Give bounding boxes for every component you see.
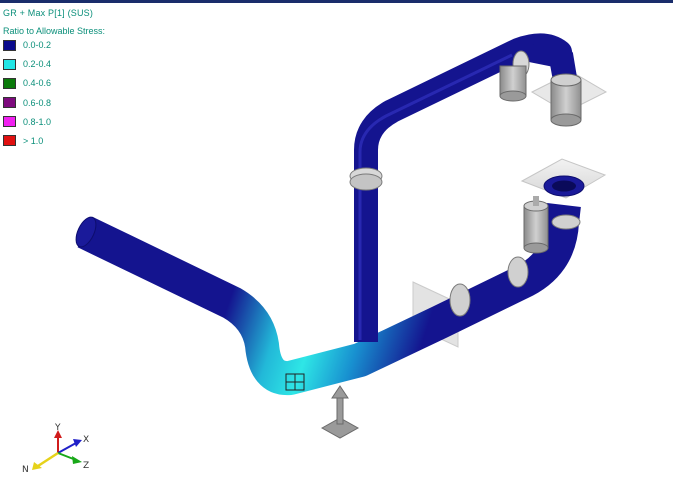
restraint-icon[interactable] (320, 385, 360, 439)
legend-label: 0.0-0.2 (23, 40, 52, 50)
legend-swatch (3, 97, 16, 109)
legend-swatch (3, 116, 16, 128)
hanger-icon[interactable] (499, 65, 527, 102)
legend-item[interactable]: 0.8-1.0 (3, 116, 51, 128)
load-case-title: GR + Max P[1] (SUS) (3, 8, 94, 18)
legend-label: 0.8-1.0 (23, 116, 52, 127)
legend-heading: Ratio to Allowable Stress: (3, 26, 106, 36)
hanger-icon-2[interactable] (550, 73, 582, 127)
main-pipe-run[interactable] (77, 203, 581, 396)
legend-item[interactable]: 0.2-0.4 (3, 58, 51, 70)
axis-y-label: Y (54, 423, 61, 433)
legend-swatch (3, 135, 16, 147)
legend-label: 0.6-0.8 (23, 97, 52, 108)
legend-item[interactable]: 0.6-0.8 (3, 97, 51, 109)
legend-label: 0.2-0.4 (23, 59, 52, 70)
flange-ring-lower-1 (449, 283, 471, 317)
axis-n-label: N (22, 465, 29, 475)
legend-swatch (3, 39, 16, 51)
legend-label: > 1.0 (23, 135, 44, 146)
anchor-icon[interactable] (543, 175, 585, 197)
flange-ring-vertical-right (551, 214, 581, 230)
legend-label: 0.4-0.6 (23, 78, 52, 89)
model-viewport[interactable]: Y X Z N GR + Max P[1] (SUS) Ratio to All… (0, 3, 673, 489)
axis-triad-icon: Y X Z N (22, 423, 89, 475)
legend-item[interactable]: > 1.0 (3, 135, 51, 147)
stress-legend: 0.0-0.2 0.2-0.4 0.4-0.6 0.6-0.8 0.8-1.0 … (3, 39, 51, 154)
legend-swatch (3, 77, 16, 89)
axis-x-label: X (83, 435, 89, 445)
legend-swatch (3, 58, 16, 70)
axis-z-label: Z (83, 461, 89, 471)
legend-item[interactable]: 0.4-0.6 (3, 77, 51, 89)
flange-ring-lower-2 (507, 256, 529, 288)
legend-item[interactable]: 0.0-0.2 (3, 39, 51, 51)
pipe-model-canvas[interactable]: Y X Z N (0, 3, 673, 489)
flange-ring-riser (349, 167, 383, 191)
spring-can-icon[interactable] (523, 196, 549, 254)
